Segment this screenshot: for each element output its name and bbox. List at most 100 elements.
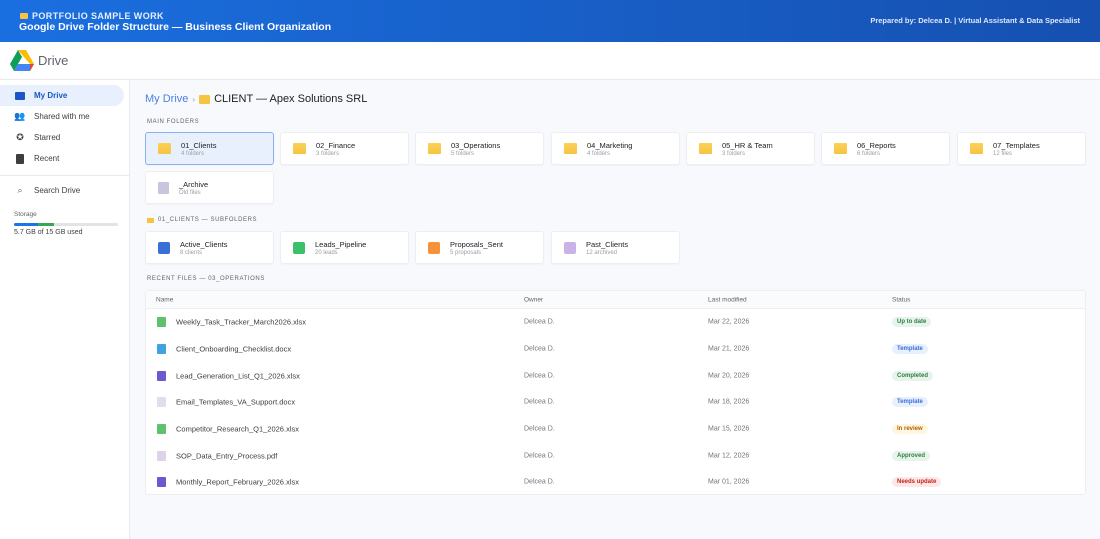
folder-icon xyxy=(699,143,712,154)
folder-count: Old files xyxy=(179,189,201,196)
table-row[interactable]: SOP_Data_Entry_Process.pdf Delcea D. Mar… xyxy=(146,442,1085,469)
folder-card[interactable]: _Archive Old files xyxy=(145,171,274,204)
folder-name: 03_Operations xyxy=(451,140,501,150)
sidebar-item-recent[interactable]: Recent xyxy=(0,148,124,169)
folder-name: 04_Marketing xyxy=(587,140,633,150)
folder-count: 3 folders xyxy=(722,150,746,157)
app-name: Drive xyxy=(38,53,69,68)
sidebar-item-my-drive[interactable]: My Drive xyxy=(0,85,124,106)
folder-icon xyxy=(834,143,847,154)
sidebar-item-label: My Drive xyxy=(34,91,68,100)
table-header: Name Owner Last modified Status xyxy=(146,291,1085,309)
file-icon xyxy=(157,424,166,435)
file-name[interactable]: SOP_Data_Entry_Process.pdf xyxy=(176,451,277,460)
folder-count: 3 folders xyxy=(316,150,340,157)
status-badge: In review xyxy=(892,424,928,435)
col-name[interactable]: Name xyxy=(156,296,173,303)
file-name[interactable]: Weekly_Task_Tracker_March2026.xlsx xyxy=(176,318,306,327)
sidebar-item-label: Starred xyxy=(34,133,61,142)
sidebar-item-shared[interactable]: 👥 Shared with me xyxy=(0,106,124,127)
folder-card[interactable]: 05_HR & Team 3 folders xyxy=(686,132,815,165)
folder-count: 5 folders xyxy=(451,150,475,157)
col-modified[interactable]: Last modified xyxy=(708,296,747,303)
folder-icon xyxy=(147,217,154,223)
breadcrumb-my-drive[interactable]: My Drive xyxy=(145,93,188,105)
storage-label: Storage xyxy=(14,211,37,218)
folder-icon xyxy=(20,13,28,19)
file-icon xyxy=(15,153,25,164)
folder-name: Past_Clients xyxy=(586,239,629,249)
folder-card[interactable]: 07_Templates 12 files xyxy=(957,132,1086,165)
storage-bar xyxy=(14,223,118,226)
folder-name: 01_Clients xyxy=(181,140,217,150)
file-icon xyxy=(157,450,166,461)
col-owner[interactable]: Owner xyxy=(524,296,543,303)
people-icon: 👥 xyxy=(14,111,26,121)
file-modified: Mar 01, 2026 xyxy=(708,478,750,486)
file-name[interactable]: Monthly_Report_February_2026.xlsx xyxy=(176,478,299,487)
table-row[interactable]: Weekly_Task_Tracker_March2026.xlsx Delce… xyxy=(146,309,1085,336)
folder-card[interactable]: 03_Operations 5 folders xyxy=(415,132,544,165)
folder-card[interactable]: 02_Finance 3 folders xyxy=(280,132,409,165)
file-name[interactable]: Lead_Generation_List_Q1_2026.xlsx xyxy=(176,371,300,380)
status-badge: Completed xyxy=(892,370,934,381)
table-row[interactable]: Lead_Generation_List_Q1_2026.xlsx Delcea… xyxy=(146,362,1085,389)
subfolder-icon xyxy=(428,241,440,254)
status-badge: Template xyxy=(892,397,928,408)
folder-count: 12 archived xyxy=(586,249,618,256)
subfolder-card[interactable]: Leads_Pipeline 20 leads xyxy=(280,231,409,264)
file-modified: Mar 22, 2026 xyxy=(708,318,750,326)
file-icon xyxy=(157,317,166,328)
search-icon: ⌕ xyxy=(17,185,23,195)
section-recent-files: RECENT FILES — 03_OPERATIONS xyxy=(147,276,265,282)
subfolder-card[interactable]: Past_Clients 12 archived xyxy=(551,231,680,264)
kicker-text: PORTFOLIO SAMPLE WORK xyxy=(32,11,164,21)
chevron-right-icon: › xyxy=(192,94,196,104)
folder-name: 02_Finance xyxy=(316,140,356,150)
folder-icon xyxy=(293,143,306,154)
file-modified: Mar 12, 2026 xyxy=(708,452,750,460)
file-modified: Mar 15, 2026 xyxy=(708,425,750,433)
recent-files-table: Name Owner Last modified Status Weekly_T… xyxy=(145,290,1086,495)
folder-card[interactable]: 01_Clients 4 folders xyxy=(145,132,274,165)
folder-icon xyxy=(564,143,577,154)
subfolder-card[interactable]: Active_Clients 8 clients xyxy=(145,231,274,264)
file-owner: Delcea D. xyxy=(524,345,555,353)
col-status[interactable]: Status xyxy=(892,296,910,303)
file-name[interactable]: Competitor_Research_Q1_2026.xlsx xyxy=(176,425,299,434)
section-label: 01_CLIENTS — SUBFOLDERS xyxy=(158,217,258,223)
folder-count: 8 clients xyxy=(180,249,203,256)
folder-card[interactable]: 04_Marketing 4 folders xyxy=(551,132,680,165)
drive-logo-icon[interactable] xyxy=(10,50,34,71)
divider xyxy=(0,175,130,176)
section-main-folders: MAIN FOLDERS xyxy=(147,119,200,125)
subfolder-card[interactable]: Proposals_Sent 5 proposals xyxy=(415,231,544,264)
folder-icon xyxy=(15,91,25,101)
table-row[interactable]: Competitor_Research_Q1_2026.xlsx Delcea … xyxy=(146,416,1085,443)
storage-fill xyxy=(14,223,54,226)
table-row[interactable]: Monthly_Report_February_2026.xlsx Delcea… xyxy=(146,469,1085,496)
sidebar-item-starred[interactable]: ✪ Starred xyxy=(0,127,124,148)
star-icon: ✪ xyxy=(16,132,24,142)
file-owner: Delcea D. xyxy=(524,398,555,406)
folder-count: 4 folders xyxy=(587,150,611,157)
file-name[interactable]: Email_Templates_VA_Support.docx xyxy=(176,398,295,407)
prepared-by: Prepared by: Delcea D. | Virtual Assista… xyxy=(870,16,1080,25)
folder-count: 20 leads xyxy=(315,249,338,256)
folder-count: 5 proposals xyxy=(450,249,482,256)
sidebar: My Drive 👥 Shared with me ✪ Starred Recent… xyxy=(0,80,130,539)
folder-card[interactable]: 06_Reports 6 folders xyxy=(821,132,950,165)
search-drive[interactable]: ⌕ Search Drive xyxy=(0,180,124,201)
table-row[interactable]: Client_Onboarding_Checklist.docx Delcea … xyxy=(146,336,1085,363)
file-icon xyxy=(157,477,166,488)
storage-value: 5.7 GB of 15 GB used xyxy=(14,229,83,236)
table-row[interactable]: Email_Templates_VA_Support.docx Delcea D… xyxy=(146,389,1085,416)
status-badge: Up to date xyxy=(892,317,932,328)
folder-name: Leads_Pipeline xyxy=(315,239,367,249)
file-name[interactable]: Client_Onboarding_Checklist.docx xyxy=(176,345,291,354)
portfolio-banner: PORTFOLIO SAMPLE WORK Google Drive Folde… xyxy=(0,0,1100,42)
file-owner: Delcea D. xyxy=(524,478,555,486)
sidebar-item-label: Recent xyxy=(34,154,60,163)
folder-icon xyxy=(970,143,983,154)
folder-icon xyxy=(199,94,211,104)
